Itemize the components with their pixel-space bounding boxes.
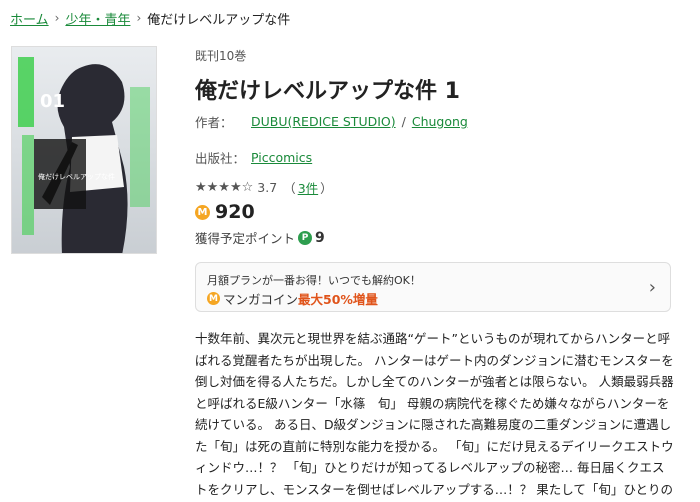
- author-separator: /: [401, 114, 406, 129]
- chevron-right-icon: ›: [136, 11, 142, 25]
- rating-open-paren: （: [283, 181, 296, 196]
- point-icon: P: [298, 230, 313, 245]
- book-description: 十数年前、異次元と現世界を結ぶ通路“ゲート”というものが現れてからハンターと呼ば…: [195, 331, 674, 497]
- promo-headline: 月額プランが一番お得！いつでも解約OK！: [207, 274, 421, 287]
- chevron-right-icon: ›: [54, 11, 60, 25]
- chevron-right-icon: ›: [648, 277, 656, 298]
- author-link-1[interactable]: DUBU(REDICE STUDIO): [251, 114, 396, 129]
- points-row: 獲得予定ポイント P 9: [195, 228, 325, 247]
- breadcrumb: ホーム › 少年・青年 › 俺だけレベルアップな件: [10, 8, 290, 28]
- subscription-promo-banner[interactable]: 月額プランが一番お得！いつでも解約OK！ M マンガコイン 最大50%増量 ›: [195, 262, 671, 312]
- volume-count: 既刊10巻: [195, 49, 247, 63]
- page-title: 俺だけレベルアップな件 1: [195, 79, 460, 104]
- manga-coin-icon: M: [207, 292, 220, 305]
- author-label: 作者：: [195, 115, 233, 130]
- rating-value: 3.7: [257, 180, 278, 195]
- cover-volume-number: 01: [40, 91, 65, 112]
- cover-artwork: 01 俺だけレベルアップな件: [12, 47, 156, 253]
- breadcrumb-home-link[interactable]: ホーム: [10, 9, 49, 28]
- publisher-label: 出版社：: [195, 151, 246, 166]
- manga-coin-icon: M: [195, 204, 210, 220]
- star-rating-icon: ★★★★☆: [195, 180, 254, 195]
- author-link-2[interactable]: Chugong: [412, 114, 468, 129]
- publisher-row: 出版社： Piccomics: [195, 148, 312, 167]
- points-label: 獲得予定ポイント: [195, 231, 296, 246]
- rating-close-paren: ）: [320, 181, 333, 196]
- author-row: 作者： DUBU(REDICE STUDIO) / Chugong: [195, 112, 468, 131]
- promo-offer: M マンガコイン 最大50%増量: [207, 289, 378, 308]
- price-row: M 920: [195, 201, 255, 223]
- cover-title-text: 俺だけレベルアップな件: [38, 172, 115, 181]
- price-value: 920: [215, 201, 255, 223]
- breadcrumb-category-link[interactable]: 少年・青年: [65, 9, 130, 28]
- breadcrumb-current: 俺だけレベルアップな件: [147, 12, 291, 28]
- reviews-link[interactable]: 3件: [298, 178, 318, 197]
- promo-highlight: 最大50%増量: [298, 292, 378, 307]
- points-value: 9: [315, 229, 325, 246]
- publisher-link[interactable]: Piccomics: [251, 150, 312, 165]
- book-cover-image[interactable]: 01 俺だけレベルアップな件: [11, 46, 157, 254]
- promo-prefix: マンガコイン: [223, 292, 299, 307]
- rating-row: ★★★★☆ 3.7 （ 3件 ）: [195, 178, 333, 197]
